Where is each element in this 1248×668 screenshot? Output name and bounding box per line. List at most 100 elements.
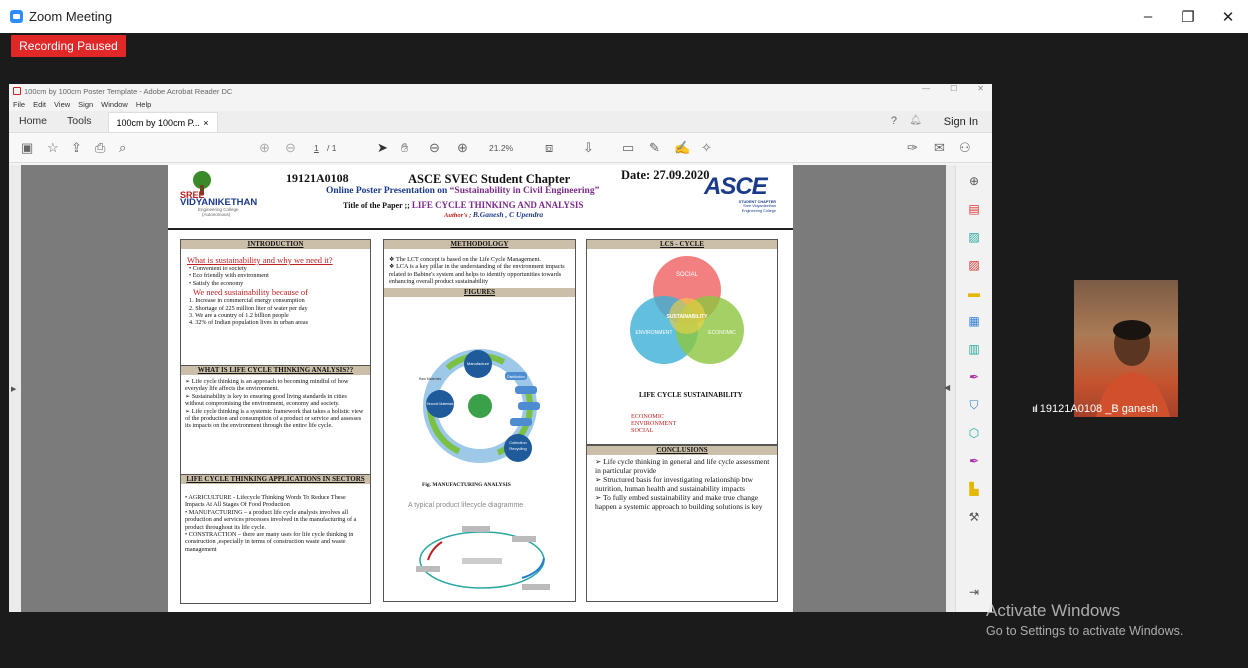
optimize-icon[interactable]: ⬡	[966, 426, 982, 440]
zoom-out-icon[interactable]: ⊖	[429, 140, 440, 156]
more-tools-doc-icon[interactable]: ▙	[966, 482, 982, 496]
combine-files-icon[interactable]: ▦	[966, 314, 982, 328]
restore-button[interactable]: ❐	[1168, 0, 1208, 33]
application-item: • AGRICULTURE - Lifecycle Thinking Words…	[185, 494, 346, 509]
venn-social: SOCIAL	[676, 272, 699, 278]
search-icon[interactable]: ⌕	[119, 140, 126, 156]
asce-logo: ASCE	[704, 173, 768, 200]
menu-sign[interactable]: Sign	[78, 100, 93, 109]
comment-icon[interactable]: ▭	[622, 140, 634, 156]
upload-icon[interactable]: ⇪	[71, 140, 82, 156]
protect-icon[interactable]: ⛉	[966, 398, 982, 412]
tab-document[interactable]: 100cm by 100cm P... ×	[107, 112, 218, 132]
menu-file[interactable]: File	[13, 100, 25, 109]
doc-tab-label: 100cm by 100cm P...	[116, 117, 200, 128]
menu-edit[interactable]: Edit	[33, 100, 46, 109]
zoom-level[interactable]: 21.2%	[489, 143, 513, 153]
menu-window[interactable]: Window	[101, 100, 128, 109]
next-page-icon[interactable]: ⊖	[285, 140, 296, 156]
sign-in-link[interactable]: Sign In	[944, 116, 978, 128]
participant-name: 19121A0108 _B ganesh	[1039, 403, 1158, 415]
manufacturing-cycle-figure: Manufacture Distribution Recycling Colle…	[419, 349, 540, 463]
conclusions-section: CONCLUSIONS ➢ Life cycle thinking in gen…	[586, 445, 778, 602]
mail-icon[interactable]: ✉	[934, 140, 945, 156]
cycle-label-raw-materials: Raw Materials	[419, 377, 441, 381]
print-icon[interactable]: ⎙	[95, 140, 105, 156]
left-panel-toggle[interactable]: ▶	[9, 165, 21, 612]
acrobat-tab-bar: Home Tools 100cm by 100cm P... × ? 🔔︎ Sig…	[9, 111, 992, 133]
acro-min-icon[interactable]: —	[922, 84, 930, 93]
menu-help[interactable]: Help	[136, 100, 151, 109]
lct-paragraph: ➢ Life cycle thinking is an approach to …	[185, 378, 349, 393]
bell-icon[interactable]: 🔔︎	[909, 115, 922, 126]
highlight-icon[interactable]: ✎	[649, 140, 660, 156]
close-tab-icon[interactable]: ×	[203, 118, 208, 128]
menu-view[interactable]: View	[54, 100, 70, 109]
intro-heading: INTRODUCTION	[181, 240, 370, 249]
select-tool-icon[interactable]: ➤	[377, 140, 388, 156]
figure-caption: Fig. MANUFACTURING ANALYSIS	[422, 482, 511, 488]
create-pdf-icon[interactable]: ▨	[966, 230, 982, 244]
fit-page-icon[interactable]: ⧈	[545, 140, 553, 156]
methodology-text: ❖ LCA is a key pillar in the understandi…	[389, 263, 565, 286]
authors-line: Author's ; B.Ganesh , C Upendra	[444, 210, 543, 219]
share-user-icon[interactable]: ⚇	[959, 140, 971, 156]
window-title: Zoom Meeting	[29, 9, 113, 24]
applications-section: LIFE CYCLE THINKING APPLICATIONS IN SECT…	[180, 474, 371, 604]
organize-pages-icon[interactable]: ▥	[966, 342, 982, 356]
stamp-icon[interactable]: ✧	[701, 140, 712, 156]
zoom-in-icon[interactable]: ⊕	[457, 140, 468, 156]
pdf-icon	[13, 87, 21, 95]
sign-icon[interactable]: ✒	[966, 454, 982, 468]
acro-max-icon[interactable]: ☐	[950, 84, 957, 93]
intro-list-item: 3. We are a country of 1.2 billion peopl…	[189, 312, 289, 320]
figures-heading: FIGURES	[384, 287, 575, 297]
presentation-label: Online Poster Presentation on	[326, 186, 450, 196]
authors: B.Ganesh , C Upendra	[472, 210, 544, 219]
draw-icon[interactable]: ✍	[674, 140, 690, 156]
collapse-arrow-icon[interactable]: ◀	[944, 383, 950, 392]
star-icon[interactable]: ☆	[47, 140, 59, 156]
zoom-title-bar: Zoom Meeting – ❐ ✕	[0, 0, 1248, 33]
zoom-logo-icon	[10, 10, 23, 23]
intro-need: We need sustainability because of	[193, 287, 308, 298]
lcs-title: LIFE CYCLE SUSTAINABILITY	[639, 391, 743, 399]
intro-item: • Eco friendly with environment	[189, 272, 269, 280]
wrench-icon[interactable]: ⚒	[966, 510, 982, 524]
intro-section: INTRODUCTION What is sustainability and …	[180, 239, 371, 374]
presentation-topic: “Sustainability in Civil Engineering”	[449, 186, 600, 196]
conclusions-heading: CONCLUSIONS	[587, 446, 777, 455]
venn-center: SUSTAINABILITY	[666, 314, 708, 320]
poster-date: Date: 27.09.2020	[621, 168, 710, 182]
intro-item: • Convenient to society	[189, 265, 247, 272]
figure2-title: A typical product lifecycle diagramme	[408, 502, 524, 509]
right-tools-panel: ⊕ ▤ ▨ ▨ ▬ ▦ ▥ ✒ ⛉ ⬡ ✒ ▙ ⚒ ⇥ ◀	[944, 165, 992, 612]
participant-video[interactable]	[1074, 280, 1178, 417]
tab-home[interactable]: Home	[9, 115, 57, 132]
roll-number: 19121A0108	[286, 171, 349, 185]
page-current[interactable]: 1	[314, 143, 319, 153]
comment-tool-icon[interactable]: ▬	[966, 286, 982, 300]
tab-tools[interactable]: Tools	[57, 115, 102, 132]
minimize-button[interactable]: –	[1128, 0, 1168, 33]
recording-paused-badge[interactable]: Recording Paused	[11, 35, 126, 57]
help-icon[interactable]: ?	[891, 115, 897, 127]
paper-line: Title of the Paper ;; LIFE CYCLE THINKIN…	[343, 200, 583, 210]
save-icon[interactable]: ▣	[21, 140, 33, 156]
fill-sign-tool-icon[interactable]: ✒	[966, 370, 982, 384]
close-button[interactable]: ✕	[1208, 0, 1248, 33]
intro-list-item: 2. Shortage of 225 million liter of wate…	[189, 304, 308, 312]
prev-page-icon[interactable]: ⊕	[259, 140, 270, 156]
export-pdf-icon[interactable]: ▤	[966, 202, 982, 216]
find-icon[interactable]: ⊕	[966, 174, 982, 188]
hand-tool-icon[interactable]: ✋︎	[401, 140, 408, 156]
page-total: / 1	[327, 143, 337, 153]
fill-sign-icon[interactable]: ✑	[907, 140, 918, 156]
collapse-panel-icon[interactable]: ⇥	[966, 585, 982, 599]
scroll-mode-icon[interactable]: ⇩	[583, 140, 594, 156]
signal-bars-icon: ııl	[1032, 403, 1038, 415]
product-lifecycle-figure	[416, 526, 550, 590]
acro-close-icon[interactable]: ✕	[977, 84, 984, 93]
cycle-label-second-materials: Second Materials	[426, 402, 453, 406]
edit-pdf-icon[interactable]: ▨	[966, 258, 982, 272]
